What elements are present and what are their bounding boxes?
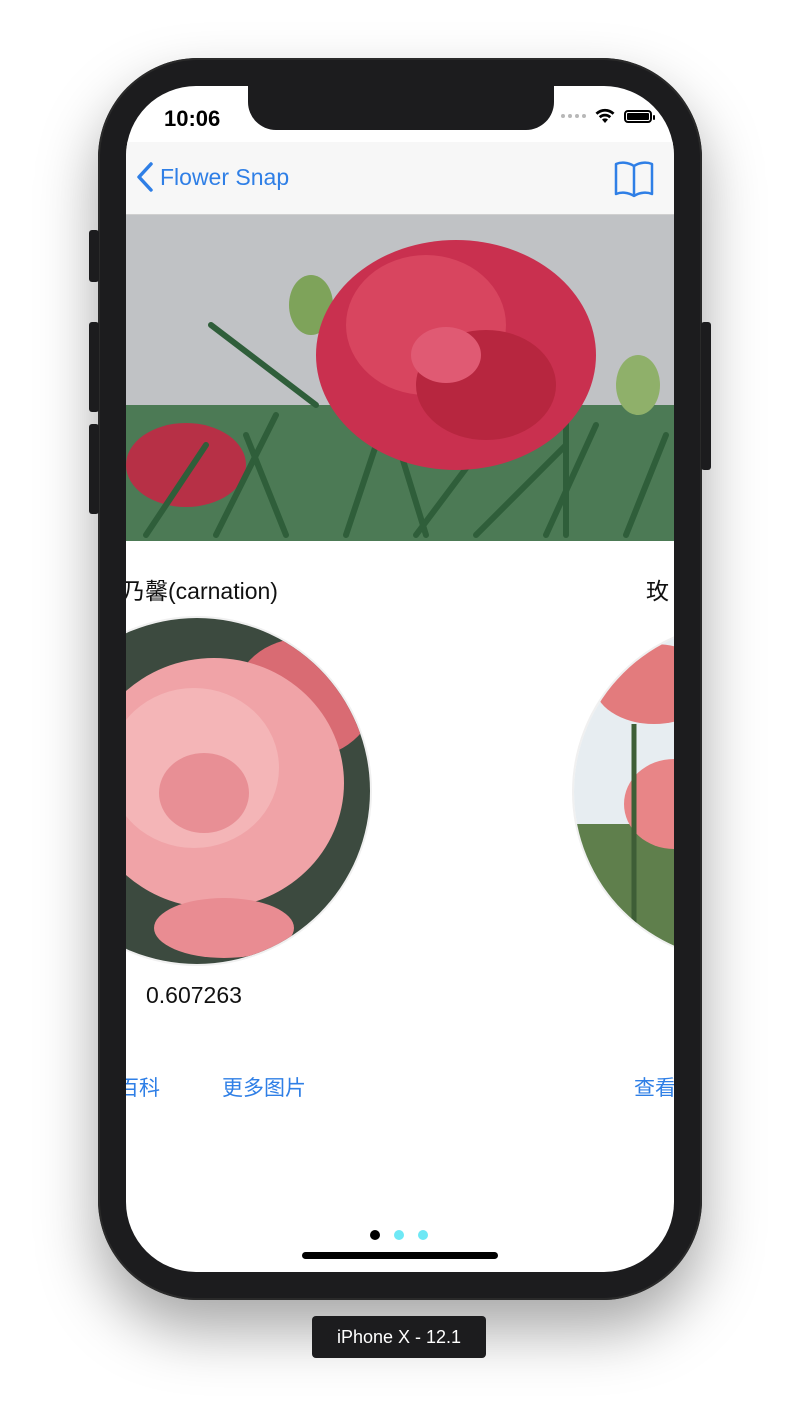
simulator-device-label: iPhone X - 12.1 bbox=[312, 1316, 486, 1358]
hero-flower-photo bbox=[126, 215, 674, 541]
page-dot[interactable] bbox=[394, 1230, 404, 1240]
chevron-left-icon bbox=[137, 162, 153, 192]
page-dot-active[interactable] bbox=[370, 1230, 380, 1240]
mute-switch bbox=[89, 230, 99, 282]
status-indicators bbox=[561, 108, 655, 124]
view-link[interactable]: 查看 bbox=[634, 1072, 674, 1102]
volume-down-button bbox=[89, 424, 99, 514]
result-photo-carnation[interactable] bbox=[126, 616, 372, 966]
book-button[interactable] bbox=[614, 160, 654, 203]
wifi-icon bbox=[595, 108, 615, 123]
status-time: 10:06 bbox=[164, 106, 221, 131]
back-button[interactable]: Flower Snap bbox=[136, 162, 289, 192]
volume-up-button bbox=[89, 322, 99, 412]
pink-flower-photo bbox=[574, 624, 674, 960]
power-button bbox=[701, 322, 711, 470]
book-icon bbox=[614, 161, 654, 198]
encyclopedia-link[interactable]: 百科 bbox=[126, 1072, 160, 1102]
result-photo-second[interactable] bbox=[572, 622, 674, 962]
carnation-photo bbox=[126, 215, 674, 541]
home-indicator[interactable] bbox=[302, 1252, 498, 1259]
result-name: 玫 bbox=[646, 578, 669, 604]
back-button-label: Flower Snap bbox=[160, 163, 290, 190]
page-control[interactable] bbox=[370, 1230, 428, 1240]
page-dot[interactable] bbox=[418, 1230, 428, 1240]
battery-icon bbox=[624, 109, 655, 123]
cellular-signal-icon bbox=[561, 114, 586, 118]
notch bbox=[248, 86, 554, 130]
pink-carnation-photo bbox=[126, 618, 370, 964]
more-photos-link[interactable]: 更多图片 bbox=[222, 1072, 306, 1102]
phone-screen: 10:06 Flower Snap 乃馨(carnation) 玫 0.6072… bbox=[126, 86, 674, 1272]
result-score: 0.607263 bbox=[146, 982, 242, 1008]
result-name: 乃馨(carnation) bbox=[126, 578, 278, 604]
navigation-bar: Flower Snap bbox=[126, 142, 674, 215]
